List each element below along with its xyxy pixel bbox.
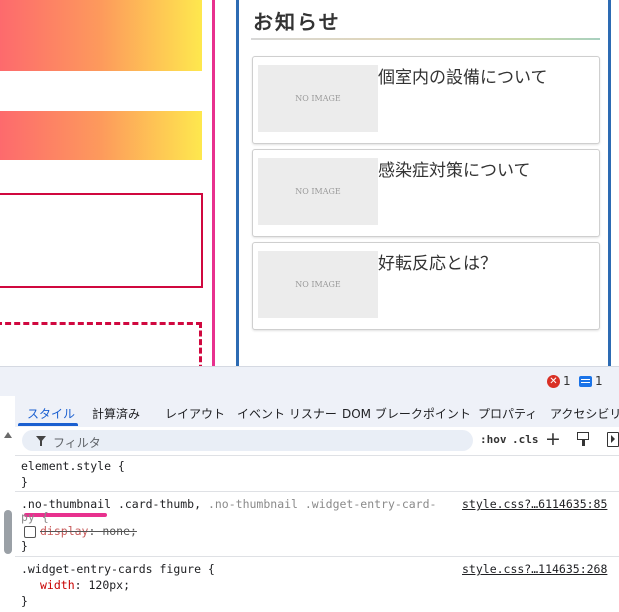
rule2-source-link[interactable]: style.css?…114635:268 — [462, 562, 607, 576]
filter-input[interactable]: フィルタ — [22, 430, 473, 451]
rule1-selector-part: .no-thumbnail .widget-entry-card- — [207, 497, 437, 511]
rule1-declaration[interactable]: display: none; — [40, 524, 137, 538]
message-count: 1 — [595, 374, 603, 388]
element-style-selector[interactable]: element.style { — [21, 459, 125, 473]
devtools-top-bar: ✕ 1 1 — [0, 367, 619, 396]
devtools-panel: ✕ 1 1 スタイル 計算済み レイアウト イベント リスナー DOM ブレーク… — [0, 366, 619, 612]
property-value: : none; — [88, 524, 137, 538]
card-title[interactable]: 好転反応とは？ — [378, 249, 497, 274]
hov-toggle[interactable]: :hov — [480, 433, 507, 446]
styles-pane: element.style { } .no-thumbnail .card-th… — [15, 455, 619, 612]
message-icon — [579, 375, 592, 387]
entry-card[interactable]: NO IMAGE 個室内の設備について — [252, 56, 600, 144]
card-thumbnail: NO IMAGE — [258, 65, 378, 132]
filter-icon — [36, 436, 46, 446]
gradient-banner-2 — [0, 111, 202, 160]
paint-brush-icon[interactable] — [577, 432, 589, 446]
active-tab-indicator — [18, 423, 78, 426]
error-icon: ✕ — [547, 374, 560, 388]
property-checkbox[interactable] — [24, 526, 36, 538]
property-name: display — [40, 524, 89, 538]
property-value: : 120px; — [74, 578, 131, 592]
property-name: width — [40, 578, 75, 592]
error-counter[interactable]: ✕ 1 — [547, 374, 571, 388]
tab-computed[interactable]: 計算済み — [92, 405, 140, 422]
dashed-outlined-box — [0, 322, 202, 366]
card-title[interactable]: 感染症対策について — [378, 156, 531, 181]
filter-placeholder: フィルタ — [53, 436, 101, 450]
red-outlined-box — [0, 193, 203, 288]
tab-layout[interactable]: レイアウト — [165, 405, 225, 422]
separator — [15, 455, 619, 456]
separator — [15, 556, 619, 557]
gradient-banner-1 — [0, 0, 202, 71]
entry-card[interactable]: NO IMAGE 感染症対策について — [252, 149, 600, 237]
card-title[interactable]: 個室内の設備について — [378, 63, 548, 88]
scroll-thumb[interactable] — [4, 510, 12, 554]
tab-accessibility[interactable]: アクセシビリティ — [550, 405, 619, 422]
widget-title-rule — [251, 38, 600, 40]
tab-styles[interactable]: スタイル — [27, 405, 75, 422]
card-thumbnail: NO IMAGE — [258, 158, 378, 225]
cls-toggle[interactable]: .cls — [512, 433, 539, 446]
rule-close-brace: } — [21, 594, 28, 608]
rule1-selector-part: .card-thumb, — [111, 497, 208, 511]
devtools-subtabs: スタイル 計算済み レイアウト イベント リスナー DOM ブレークポイント プ… — [0, 396, 619, 427]
sidebar-widget: お知らせ NO IMAGE 個室内の設備について NO IMAGE 感染症対策に… — [236, 0, 611, 366]
toggle-sidebar-icon[interactable] — [607, 432, 619, 447]
page-preview: お知らせ NO IMAGE 個室内の設備について NO IMAGE 感染症対策に… — [0, 0, 619, 366]
new-rule-plus-icon[interactable]: + — [545, 429, 561, 449]
tab-dom-breakpoints[interactable]: DOM ブレークポイント — [342, 405, 471, 422]
widget-title: お知らせ — [253, 10, 341, 34]
rule-close-brace: } — [21, 475, 28, 489]
rule1-source-link[interactable]: style.css?…6114635:85 — [462, 497, 607, 511]
styles-scrollbar[interactable] — [0, 396, 15, 612]
error-count: 1 — [563, 374, 571, 388]
rule2-declaration[interactable]: width: 120px; — [40, 578, 130, 592]
tab-event-listeners[interactable]: イベント リスナー — [237, 405, 337, 422]
styles-filter-bar: フィルタ :hov .cls + — [15, 427, 619, 455]
card-thumbnail: NO IMAGE — [258, 251, 378, 318]
rule-close-brace: } — [21, 539, 28, 553]
pink-divider — [212, 0, 215, 366]
rule1-selector-part: .no-thumbnail — [21, 497, 112, 511]
entry-card[interactable]: NO IMAGE 好転反応とは？ — [252, 242, 600, 330]
rule1-selector-cont: py { — [21, 510, 49, 524]
scroll-up-arrow-icon[interactable] — [4, 432, 12, 438]
separator — [15, 491, 619, 492]
rule2-selector[interactable]: .widget-entry-cards figure { — [21, 562, 215, 576]
tab-properties[interactable]: プロパティ — [478, 405, 537, 422]
rule1-selector[interactable]: .no-thumbnail .card-thumb, .no-thumbnail… — [21, 497, 436, 511]
message-counter[interactable]: 1 — [579, 374, 603, 388]
